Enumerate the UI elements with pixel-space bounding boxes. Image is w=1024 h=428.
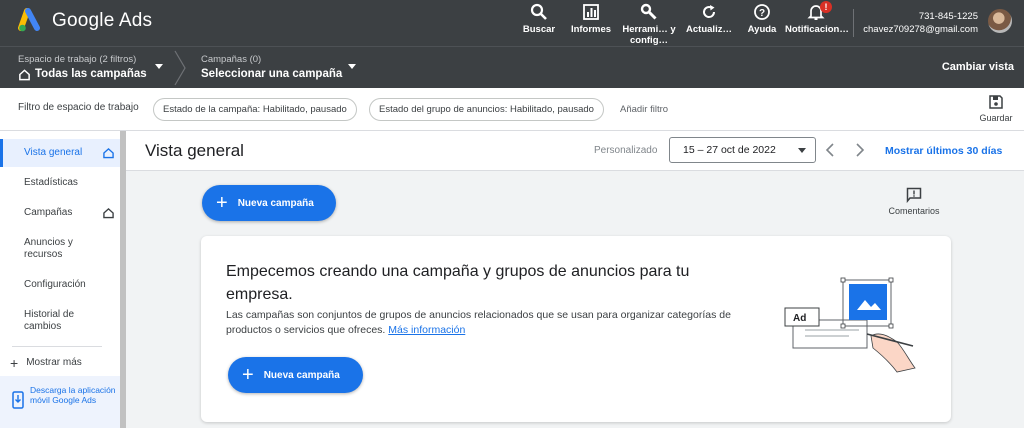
account-info[interactable]: 731-845-1225 chavez709278@gmail.com xyxy=(863,10,978,36)
sidebar-divider xyxy=(12,346,102,347)
add-filter-button[interactable]: Añadir filtro xyxy=(620,104,668,115)
notifications-button[interactable]: ! Notificacion… xyxy=(785,1,849,35)
show-more-label: Mostrar más xyxy=(26,357,82,368)
show-more-button[interactable]: + Mostrar más xyxy=(10,354,82,371)
save-icon xyxy=(989,95,1003,109)
phone-download-icon xyxy=(12,391,24,409)
reports-icon xyxy=(560,2,622,22)
wrench-icon xyxy=(618,2,680,22)
campaign-selector[interactable]: Campañas (0) Seleccionar una campaña xyxy=(201,54,342,82)
help-label: Ayuda xyxy=(747,24,777,35)
sidebar-item-campaigns[interactable]: Campañas xyxy=(0,207,120,219)
home-icon xyxy=(19,68,30,80)
adgroup-status-chip[interactable]: Estado del grupo de anuncios: Habilitado… xyxy=(369,98,604,121)
notification-badge: ! xyxy=(820,1,832,13)
main-header: Vista general Personalizado 15 – 27 oct … xyxy=(126,131,1024,171)
sidebar-item-ads[interactable]: Anuncios y recursos xyxy=(0,237,100,261)
refresh-label: Actualiz… xyxy=(686,24,732,35)
download-app-banner[interactable]: Descarga la aplicación móvil Google Ads xyxy=(0,376,120,428)
sidebar-item-label: Estadísticas xyxy=(24,177,78,188)
home-icon xyxy=(103,147,114,159)
filter-bar: Filtro de espacio de trabajo Estado de l… xyxy=(0,88,1024,131)
workspace-current: Todas las campañas xyxy=(18,66,147,82)
download-app-text: Descarga la aplicación móvil Google Ads xyxy=(30,385,116,405)
card-new-campaign-label: Nueva campaña xyxy=(263,369,340,381)
breadcrumb-chevron-icon xyxy=(174,50,186,86)
top-bar: Google Ads Buscar Informes Herrami… y co… xyxy=(0,0,1024,46)
help-icon: ? xyxy=(731,2,793,22)
save-button[interactable]: Guardar xyxy=(978,94,1014,123)
sidebar-item-label: Anuncios y recursos xyxy=(24,237,73,260)
search-label: Buscar xyxy=(522,24,556,35)
workspace-caret-icon[interactable] xyxy=(155,64,163,69)
plus-icon: + xyxy=(216,192,228,214)
campaign-caret-icon[interactable] xyxy=(348,64,356,69)
workspace-selector[interactable]: Espacio de trabajo (2 filtros) Todas las… xyxy=(18,54,147,82)
sidebar-item-stats[interactable]: Estadísticas xyxy=(0,177,120,189)
next-period-icon[interactable] xyxy=(852,141,868,159)
account-id: 731-845-1225 xyxy=(918,11,978,22)
help-button[interactable]: ? Ayuda xyxy=(731,2,793,35)
last-30-days-link[interactable]: Mostrar últimos 30 días xyxy=(885,145,1002,157)
date-mode-label: Personalizado xyxy=(594,145,658,156)
workspace-filter-count: Espacio de trabajo (2 filtros) xyxy=(18,54,137,65)
account-email: chavez709278@gmail.com xyxy=(863,24,978,35)
sidebar-item-label: Campañas xyxy=(24,207,73,218)
plus-icon: + xyxy=(242,364,254,386)
ad-label: Ad xyxy=(793,313,806,324)
chevron-down-icon xyxy=(798,148,806,153)
svg-text:?: ? xyxy=(759,8,765,19)
sidebar-item-history[interactable]: Historial de cambios xyxy=(0,309,96,333)
campaign-select-label: Seleccionar una campaña xyxy=(201,68,343,80)
filter-label: Filtro de espacio de trabajo xyxy=(18,102,139,113)
workspace-name: Todas las campañas xyxy=(35,68,147,80)
tools-button[interactable]: Herrami… y config… xyxy=(618,2,680,46)
google-ads-logo[interactable]: Google Ads xyxy=(18,8,152,34)
workspace-bar: Espacio de trabajo (2 filtros) Todas las… xyxy=(0,46,1024,88)
home-icon xyxy=(103,207,114,219)
learn-more-link[interactable]: Más información xyxy=(388,324,465,336)
sidebar-item-settings[interactable]: Configuración xyxy=(0,279,120,291)
reports-label: Informes xyxy=(570,24,612,35)
card-title: Empecemos creando una campaña y grupos d… xyxy=(226,263,690,303)
google-ads-logo-icon xyxy=(18,8,40,32)
get-started-card: Empecemos creando una campaña y grupos d… xyxy=(201,236,951,422)
reports-button[interactable]: Informes xyxy=(560,2,622,35)
avatar[interactable] xyxy=(988,9,1012,33)
sidebar-item-label: Historial de cambios xyxy=(24,309,75,332)
tools-label: Herrami… y config… xyxy=(622,24,676,46)
comments-label: Comentarios xyxy=(888,206,940,216)
bell-icon xyxy=(785,2,847,22)
new-campaign-button[interactable]: + Nueva campaña xyxy=(202,185,336,221)
sidebar-item-label: Vista general xyxy=(24,147,83,158)
switch-view-button[interactable]: Cambiar vista xyxy=(942,61,1014,73)
feedback-icon xyxy=(906,187,922,203)
main-content: + Nueva campaña Comentarios Empecemos cr… xyxy=(126,171,1024,428)
page-title: Vista general xyxy=(145,141,244,160)
previous-period-icon[interactable] xyxy=(822,141,838,159)
campaign-count: Campañas (0) xyxy=(201,54,262,65)
card-description-text: Las campañas son conjuntos de grupos de … xyxy=(226,309,731,336)
new-campaign-label: Nueva campaña xyxy=(237,197,314,209)
card-new-campaign-button[interactable]: + Nueva campaña xyxy=(228,357,363,393)
campaign-status-chip[interactable]: Estado de la campaña: Habilitado, pausad… xyxy=(153,98,357,121)
date-range-value: 15 – 27 oct de 2022 xyxy=(683,144,776,156)
ad-illustration: Ad xyxy=(784,277,916,373)
sidebar: Vista general Estadísticas Campañas Anun… xyxy=(0,131,126,428)
date-range-picker[interactable]: 15 – 27 oct de 2022 xyxy=(669,137,816,163)
save-label: Guardar xyxy=(979,113,1013,123)
plus-icon: + xyxy=(10,354,19,371)
comments-button[interactable]: Comentarios xyxy=(874,187,954,216)
notifications-label: Notificacion… xyxy=(785,24,849,35)
sidebar-item-label: Configuración xyxy=(24,279,86,290)
sidebar-item-overview[interactable]: Vista general xyxy=(0,139,120,167)
topbar-divider xyxy=(853,9,854,37)
brand-name: Google Ads xyxy=(52,10,153,31)
card-description: Las campañas son conjuntos de grupos de … xyxy=(226,308,756,338)
